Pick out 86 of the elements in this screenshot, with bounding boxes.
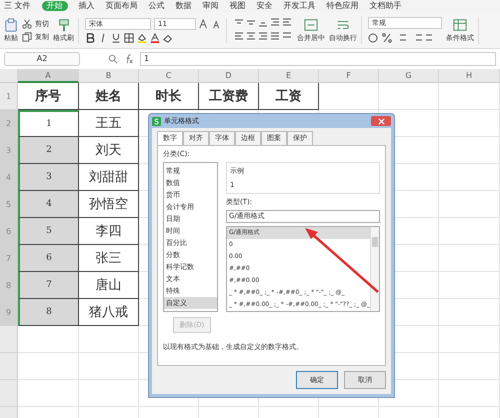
column-header[interactable]: A: [18, 69, 79, 83]
table-cell[interactable]: 工资: [259, 83, 319, 110]
table-cell[interactable]: 孙悟空: [79, 191, 139, 218]
column-header[interactable]: G: [379, 69, 439, 83]
table-cell[interactable]: [439, 164, 500, 191]
scissors-icon[interactable]: [22, 18, 32, 28]
table-cell[interactable]: [379, 83, 439, 110]
brush-icon: [56, 18, 70, 32]
table-cell[interactable]: 2: [18, 137, 79, 164]
copy-icon[interactable]: [22, 32, 32, 42]
table-cell[interactable]: 猪八戒: [79, 299, 139, 326]
merge-cells-icon: [304, 18, 318, 32]
menu-tab[interactable]: 数据: [176, 1, 192, 11]
column-header[interactable]: D: [199, 69, 259, 83]
table-cell[interactable]: [439, 380, 500, 407]
font-color-icon[interactable]: [150, 32, 160, 42]
menu-tab[interactable]: 开发工具: [284, 1, 316, 11]
table-cell[interactable]: [439, 191, 500, 218]
app-logo-icon: [152, 116, 161, 126]
name-box[interactable]: A2: [4, 52, 80, 66]
table-cell[interactable]: [18, 326, 79, 353]
table-cell[interactable]: 7: [18, 272, 79, 299]
close-button[interactable]: [371, 116, 391, 126]
table-cell[interactable]: 8: [18, 299, 79, 326]
menu-tab[interactable]: 插入: [78, 1, 95, 11]
eraser-icon[interactable]: [163, 32, 173, 42]
table-cell[interactable]: [18, 353, 79, 380]
table-cell[interactable]: 姓名: [79, 83, 139, 110]
table-cell[interactable]: [79, 380, 139, 407]
table-cell[interactable]: 4: [18, 191, 79, 218]
scrollbar[interactable]: [370, 227, 379, 311]
menu-tab[interactable]: 页面布局: [106, 1, 138, 11]
menu-tab[interactable]: 视图: [230, 1, 246, 11]
select-all-corner[interactable]: [0, 69, 18, 83]
table-cell[interactable]: 李四: [79, 218, 139, 245]
table-cell[interactable]: [439, 326, 500, 353]
table-cell[interactable]: [439, 245, 500, 272]
grow-font-icon[interactable]: [199, 18, 209, 28]
close-icon: [378, 118, 384, 124]
table-cell[interactable]: 唐山: [79, 272, 139, 299]
zoom-icon[interactable]: [108, 54, 118, 64]
column-header[interactable]: E: [259, 69, 319, 83]
table-icon: [453, 18, 467, 32]
number-format-icons[interactable]: [368, 32, 434, 44]
table-cell[interactable]: 刘天: [79, 137, 139, 164]
table-cell[interactable]: 3: [18, 164, 79, 191]
column-header[interactable]: B: [79, 69, 139, 83]
row-header[interactable]: [0, 326, 18, 353]
column-header[interactable]: C: [139, 69, 199, 83]
column-header[interactable]: H: [439, 69, 500, 83]
menu-tab[interactable]: 安全: [256, 1, 273, 11]
table-cell[interactable]: 王五: [79, 110, 139, 137]
table-cell[interactable]: [79, 326, 139, 353]
fill-color-icon[interactable]: [137, 32, 147, 42]
menu-tab[interactable]: 特色应用: [326, 1, 359, 11]
table-cell[interactable]: [439, 272, 500, 299]
row-header[interactable]: [0, 380, 18, 407]
table-cell[interactable]: [439, 299, 500, 326]
border-icon[interactable]: [124, 32, 134, 42]
table-cell[interactable]: [439, 353, 500, 380]
row-header[interactable]: [0, 353, 18, 380]
table-cell[interactable]: [439, 83, 500, 110]
underline-icon[interactable]: [111, 32, 121, 42]
menu-tab[interactable]: 文档助手: [370, 1, 402, 11]
shrink-font-icon[interactable]: [212, 18, 222, 28]
table-cell[interactable]: [439, 218, 500, 245]
table-cell[interactable]: 序号: [18, 83, 79, 110]
bold-icon[interactable]: [85, 32, 95, 42]
clipboard-icon: [4, 18, 18, 32]
menu-tab[interactable]: 审阅: [202, 1, 219, 11]
menu-tab[interactable]: 三 文件: [4, 1, 31, 11]
table-cell[interactable]: 工资费: [199, 83, 259, 110]
table-cell[interactable]: [439, 110, 500, 137]
menu-tab[interactable]: 公式: [148, 1, 165, 11]
table-cell[interactable]: [79, 353, 139, 380]
table-cell[interactable]: 张三: [79, 245, 139, 272]
table-cell[interactable]: [319, 83, 379, 110]
table-cell[interactable]: 时长: [139, 83, 199, 110]
table-cell[interactable]: [439, 137, 500, 164]
function-icon[interactable]: [124, 54, 134, 64]
column-header[interactable]: F: [319, 69, 379, 83]
table-cell[interactable]: 刘甜甜: [79, 164, 139, 191]
table-cell[interactable]: 5: [18, 218, 79, 245]
formula-input[interactable]: 1: [140, 52, 496, 66]
table-cell[interactable]: [18, 380, 79, 407]
table-cell[interactable]: 6: [18, 245, 79, 272]
